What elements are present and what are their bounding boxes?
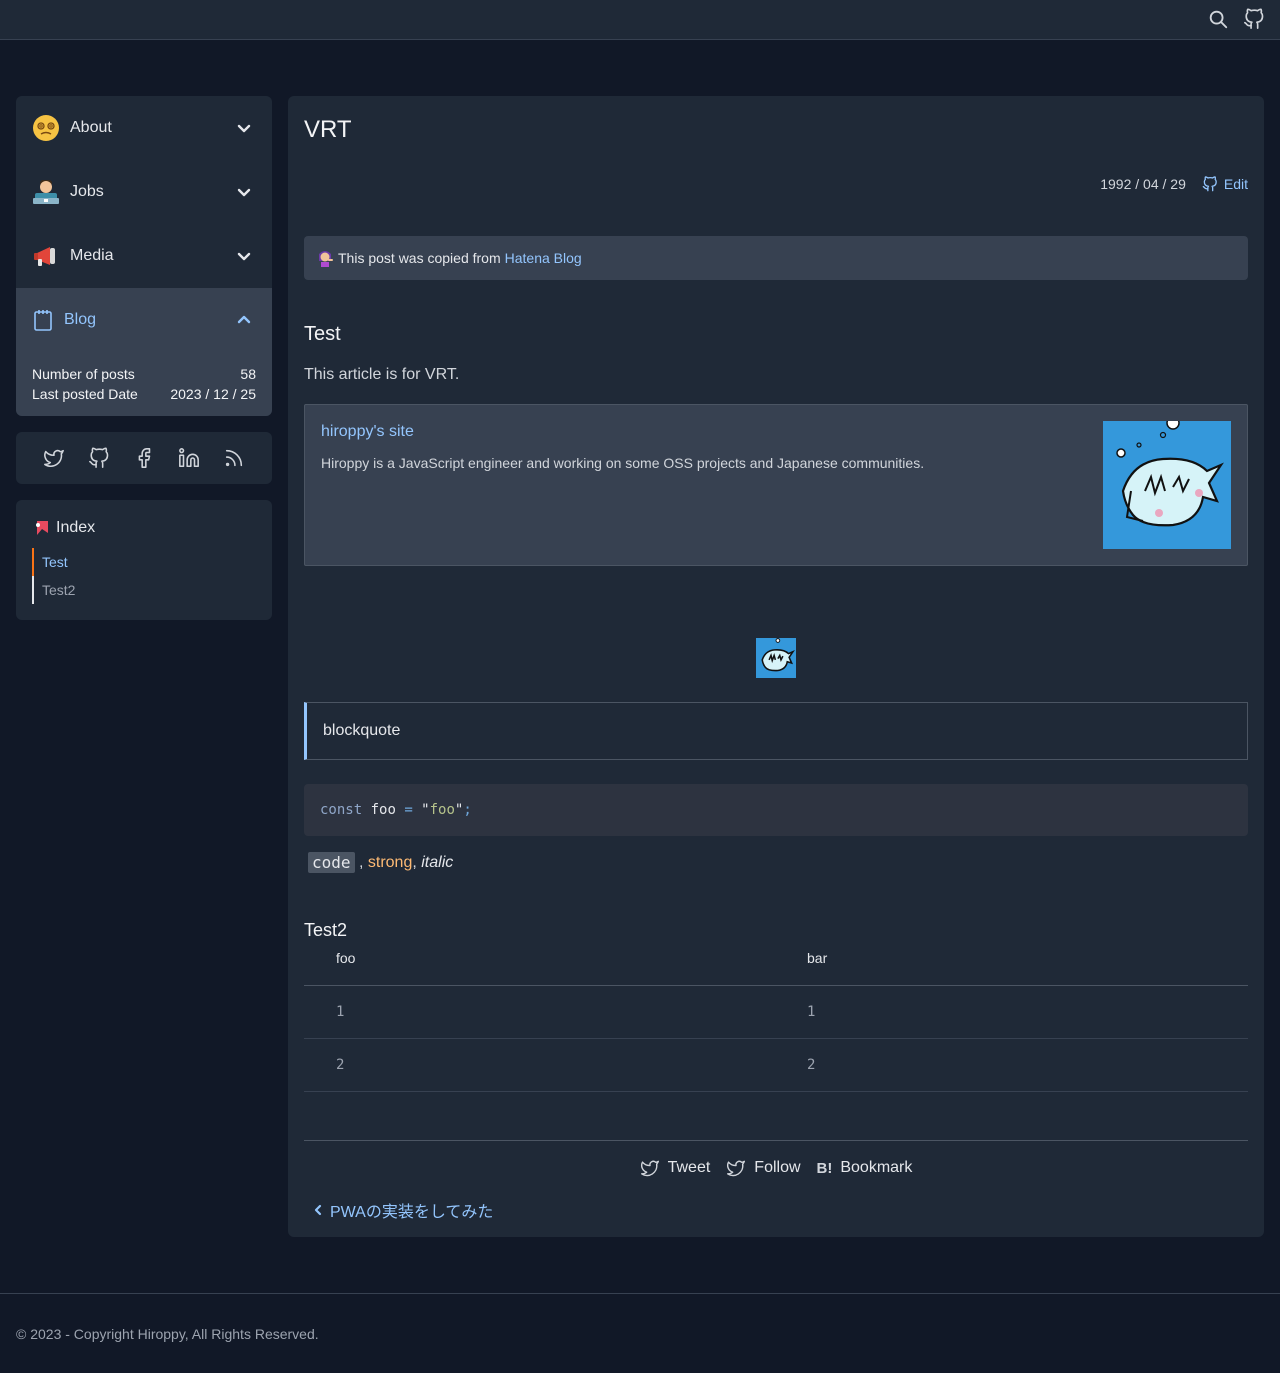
sidebar-item-blog[interactable]: Blog xyxy=(16,288,272,352)
sidebar-item-jobs[interactable]: Jobs xyxy=(16,160,272,224)
face-with-spiral-eyes-emoji xyxy=(32,114,60,142)
copyright: © 2023 - Copyright Hiroppy, All Rights R… xyxy=(16,1326,319,1342)
blog-stats: Number of posts 58 Last posted Date 2023… xyxy=(16,352,272,416)
previous-post-title: PWAの実装をしてみた xyxy=(330,1204,494,1221)
notepad-icon xyxy=(32,306,54,334)
hatena-bookmark-icon: B! xyxy=(816,1159,833,1177)
edit-link[interactable]: Edit xyxy=(1202,176,1248,192)
index-link-test2[interactable]: Test2 xyxy=(32,576,256,604)
chevron-down-icon xyxy=(236,184,252,200)
notice-text: This post was copied from xyxy=(338,250,501,266)
github-icon xyxy=(1202,176,1217,192)
follow-label: Follow xyxy=(754,1159,801,1176)
last-posted-label: Last posted Date xyxy=(32,386,138,402)
chevron-down-icon xyxy=(236,120,252,136)
social-links xyxy=(16,432,272,484)
chevron-left-icon xyxy=(314,1204,322,1216)
technologist-emoji xyxy=(32,178,60,206)
italic-text: italic xyxy=(421,853,454,871)
avatar-image xyxy=(756,638,796,678)
index-heading: Index xyxy=(32,516,256,540)
index-link-test[interactable]: Test xyxy=(32,548,256,576)
tweet-button[interactable]: Tweet xyxy=(640,1156,711,1180)
link-card-thumbnail xyxy=(1103,416,1231,549)
link-card-description: Hiroppy is a JavaScript engineer and wor… xyxy=(321,455,925,471)
inline-formatting: code , strong , italic xyxy=(308,852,453,873)
post-date: 1992 / 04 / 29 xyxy=(1100,176,1186,192)
sidebar-item-about[interactable]: About xyxy=(16,96,272,160)
sidebar-item-media[interactable]: Media xyxy=(16,224,272,288)
index-list: Test Test2 xyxy=(32,548,256,604)
heading-test: Test xyxy=(304,323,341,345)
follow-button[interactable]: Follow xyxy=(726,1156,801,1180)
table-cell: 2 xyxy=(807,1057,816,1073)
data-table: foo bar 1 1 2 2 xyxy=(304,942,1248,1092)
inline-code: code xyxy=(308,852,355,873)
table-header-cell: foo xyxy=(336,950,356,966)
blockquote: blockquote xyxy=(304,702,1248,760)
table-cell: 1 xyxy=(336,1004,345,1020)
edit-label: Edit xyxy=(1223,176,1248,192)
strong-text: strong xyxy=(367,853,413,871)
article-paragraph: This article is for VRT. xyxy=(304,366,460,383)
footer: © 2023 - Copyright Hiroppy, All Rights R… xyxy=(0,1293,1280,1373)
index-title: Index xyxy=(56,519,96,536)
sidebar-item-label: Jobs xyxy=(70,183,104,200)
code-semicolon: ; xyxy=(463,802,472,818)
sidebar-nav: About Jobs Media Blog Number of posts 58… xyxy=(16,96,272,416)
woman-tipping-hand-emoji xyxy=(316,249,334,267)
article-meta: 1992 / 04 / 29 Edit xyxy=(1100,176,1248,192)
megaphone-emoji xyxy=(32,242,60,270)
code-operator: = xyxy=(404,802,413,818)
sidebar-item-label: Media xyxy=(70,247,114,264)
linkedin-icon[interactable] xyxy=(178,447,200,469)
table-row: 1 1 xyxy=(304,986,1248,1039)
top-bar xyxy=(0,0,1280,40)
index-card: Index Test Test2 xyxy=(16,500,272,620)
heading-test2: Test2 xyxy=(304,920,348,940)
code-keyword: const xyxy=(320,802,363,818)
twitter-icon xyxy=(640,1160,659,1177)
rss-icon[interactable] xyxy=(223,447,245,469)
code-block: const foo = " foo "; xyxy=(304,784,1248,836)
code-quote-close: " xyxy=(454,802,464,818)
sidebar-item-label: Blog xyxy=(64,311,97,328)
table-row: 2 2 xyxy=(304,1039,1248,1092)
table-cell: 2 xyxy=(336,1057,345,1073)
hatena-blog-link[interactable]: Hatena Blog xyxy=(505,250,582,266)
article: VRT 1992 / 04 / 29 Edit This post was co… xyxy=(288,96,1264,1237)
table-cell: 1 xyxy=(807,1004,816,1020)
twitter-icon[interactable] xyxy=(43,447,65,469)
search-icon[interactable] xyxy=(1207,8,1229,30)
link-card[interactable]: hiroppy's site Hiroppy is a JavaScript e… xyxy=(304,404,1248,566)
separator: , xyxy=(412,853,422,871)
code-string: foo xyxy=(429,802,455,818)
chevron-up-icon xyxy=(236,312,252,328)
share-divider xyxy=(304,1140,1248,1141)
bookmark-icon xyxy=(32,519,50,537)
posts-count-label: Number of posts xyxy=(32,366,135,382)
github-icon[interactable] xyxy=(1243,8,1265,30)
code-quote-open: " xyxy=(412,802,430,818)
posts-count-value: 58 xyxy=(240,366,256,382)
sidebar-item-label: About xyxy=(70,119,112,136)
share-buttons: Tweet Follow B! Bookmark xyxy=(288,1156,1264,1180)
twitter-icon xyxy=(727,1160,746,1177)
github-icon[interactable] xyxy=(88,447,110,469)
separator: , xyxy=(354,853,368,871)
last-posted-value: 2023 / 12 / 25 xyxy=(170,386,256,402)
page-title: VRT xyxy=(304,116,352,143)
previous-post-link[interactable]: PWAの実装をしてみた xyxy=(312,1198,493,1222)
link-card-title: hiroppy's site xyxy=(321,423,414,440)
table-header-row: foo bar xyxy=(304,942,1248,986)
bookmark-label: Bookmark xyxy=(840,1159,913,1176)
tweet-label: Tweet xyxy=(667,1159,711,1176)
code-identifier: foo xyxy=(362,802,405,818)
facebook-icon[interactable] xyxy=(133,447,155,469)
table-header-cell: bar xyxy=(807,950,828,966)
bookmark-button[interactable]: B! Bookmark xyxy=(817,1156,913,1180)
chevron-down-icon xyxy=(236,248,252,264)
copied-notice: This post was copied from Hatena Blog xyxy=(304,236,1248,280)
